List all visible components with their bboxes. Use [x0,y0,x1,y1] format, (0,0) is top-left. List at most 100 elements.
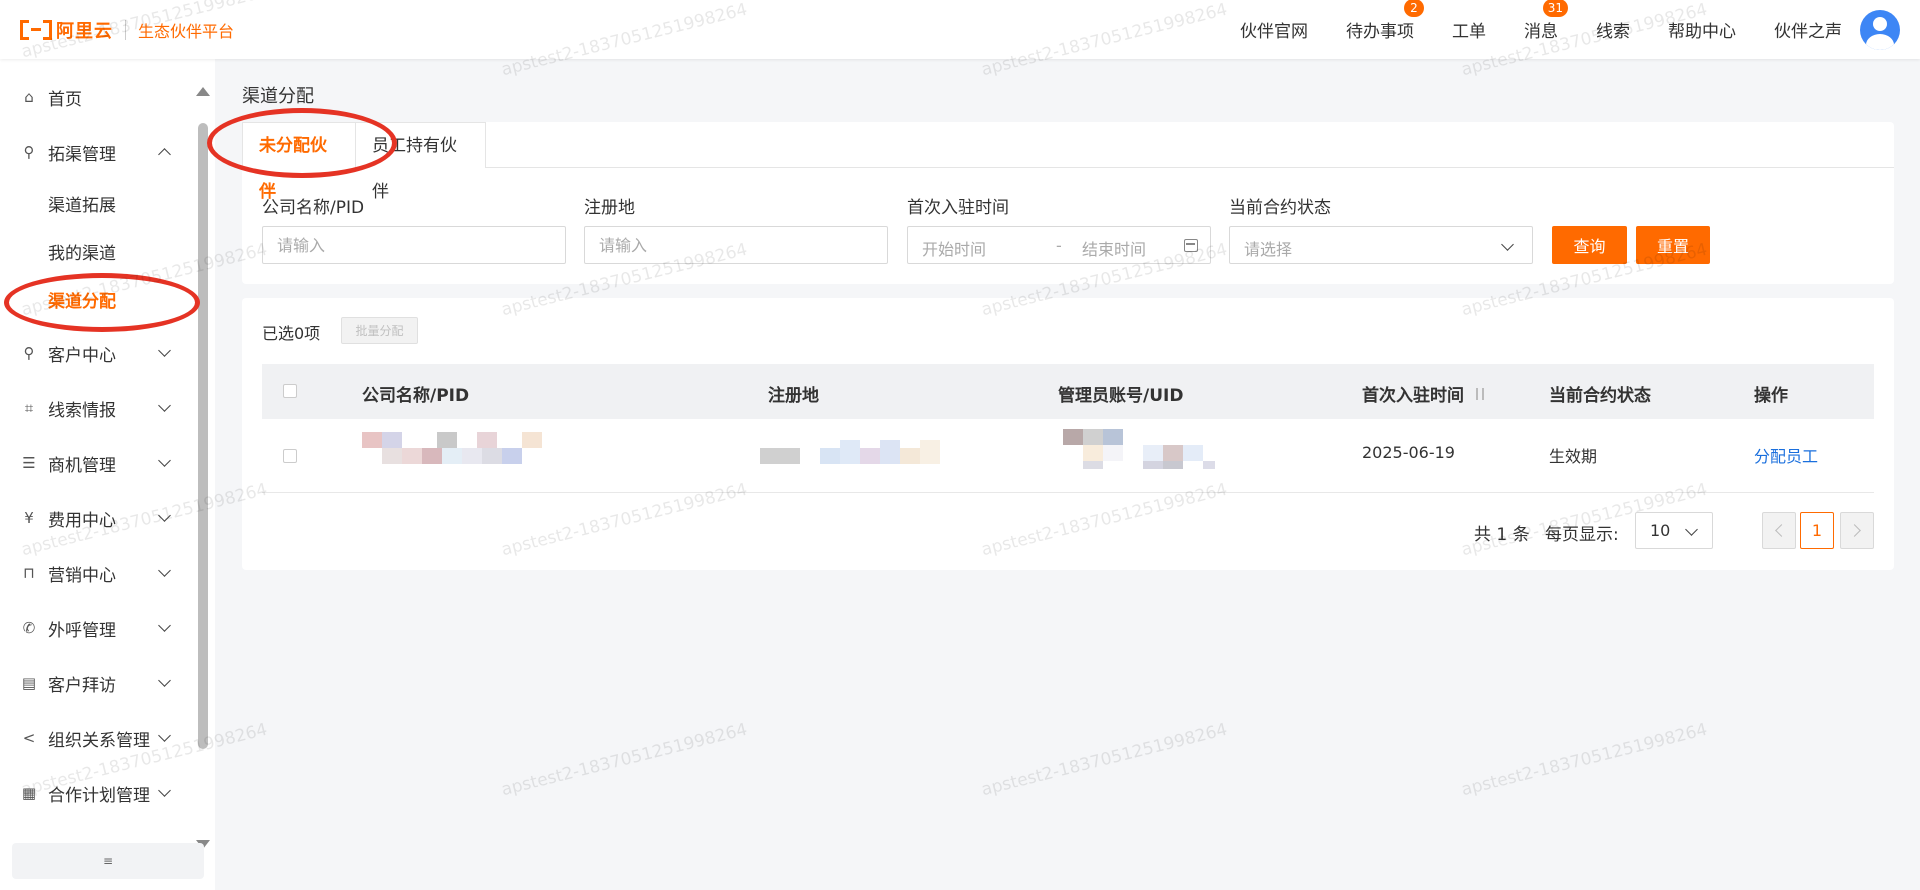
query-button[interactable]: 查询 [1552,226,1627,264]
nav-messages-label: 消息 [1524,22,1558,42]
page-title: 渠道分配 [242,86,314,107]
assign-employee-link[interactable]: 分配员工 [1754,443,1818,467]
watermark: apstest2-1837051251998264 [1459,719,1710,801]
scroll-up-arrow-icon[interactable] [196,87,210,96]
col-company: 公司名称/PID [362,386,470,406]
sidebar-subitem-my-channels[interactable]: 我的渠道 [0,231,190,271]
sidebar-item-customer-center[interactable]: ⚲ 客户中心 [0,333,190,373]
collapse-sidebar-button[interactable]: ≡ [12,843,204,879]
chevron-down-icon [155,728,175,748]
sidebar-subitem-channel-develop[interactable]: 渠道拓展 [0,183,190,223]
date-filter-label: 首次入驻时间 [907,198,1009,218]
share-icon: < [22,729,36,747]
page-number-1[interactable]: 1 [1800,512,1834,549]
sidebar-item-label: 合作计划管理 [48,785,150,806]
user-search-icon: ⚲ [23,143,35,161]
sidebar-item-label: 我的渠道 [48,243,116,264]
platform-name: 生态伙伴平台 [138,22,235,41]
sidebar-subitem-channel-allocation[interactable]: 渠道分配 [0,279,190,319]
sidebar-item-outbound-call[interactable]: ✆ 外呼管理 [0,608,190,648]
select-all-checkbox[interactable] [283,384,297,398]
sidebar-item-marketing[interactable]: ⊓ 营销中心 [0,553,190,593]
row-checkbox[interactable] [283,449,297,463]
nav-todo[interactable]: 待办事项 2 [1346,0,1424,42]
company-input[interactable] [262,226,566,264]
col-contract-status: 当前合约状态 [1549,386,1651,406]
logo-divider [125,20,126,40]
nav-partner-site[interactable]: 伙伴官网 [1240,17,1308,42]
user-search-icon: ⚲ [23,344,35,362]
chevron-down-icon [1682,522,1702,542]
scrollbar-thumb[interactable] [198,123,208,749]
sidebar-item-label: 外呼管理 [48,620,116,641]
sidebar-item-expense-center[interactable]: ¥ 费用中心 [0,498,190,538]
sort-icon[interactable] [1474,386,1488,402]
top-nav: 伙伴官网 待办事项 2 工单 消息 31 线索 帮助中心 伙伴之声 [1202,0,1842,59]
date-range-picker[interactable]: 开始时间 - 结束时间 [907,226,1211,264]
chevron-down-icon [155,343,175,363]
per-page-select[interactable]: 10 [1635,512,1713,549]
status-select-placeholder: 请选择 [1244,240,1293,259]
nav-messages[interactable]: 消息 31 [1524,0,1568,42]
nav-help-center[interactable]: 帮助中心 [1668,17,1736,42]
sidebar-item-label: 渠道分配 [48,291,116,312]
sidebar-item-label: 线索情报 [48,400,116,421]
status-select[interactable]: 请选择 [1229,226,1533,264]
network-icon: ⌗ [24,399,34,417]
col-region: 注册地 [768,386,819,406]
watermark: apstest2-1837051251998264 [499,719,750,801]
prev-page-button[interactable] [1762,512,1796,549]
nav-partner-voice[interactable]: 伙伴之声 [1774,17,1842,42]
calendar-icon [1184,239,1198,252]
calendar-icon: ▤ [21,674,37,692]
top-header: 阿里云 生态伙伴平台 伙伴官网 待办事项 2 工单 消息 31 线索 帮助中心 … [0,0,1920,59]
nav-todo-label: 待办事项 [1346,22,1414,42]
sidebar-item-label: 组织关系管理 [48,730,150,751]
col-admin-uid: 管理员账号/UID [1058,386,1184,406]
sidebar-item-lead-intel[interactable]: ⌗ 线索情报 [0,388,190,428]
col-join-date[interactable]: 首次入驻时间 [1362,381,1464,406]
per-page-value: 10 [1650,521,1671,540]
join-date-cell: 2025-06-19 [1362,443,1455,462]
sidebar-item-opportunity[interactable]: ☰ 商机管理 [0,443,190,483]
chevron-down-icon [155,508,175,528]
sidebar-item-label: 渠道拓展 [48,195,116,216]
sidebar-item-label: 费用中心 [48,510,116,531]
sidebar-item-label: 客户中心 [48,345,116,366]
sidebar-item-label: 商机管理 [48,455,116,476]
company-filter-label: 公司名称/PID [262,198,365,218]
status-filter-label: 当前合约状态 [1229,198,1331,218]
sidebar-item-channel-expansion[interactable]: ⚲ 拓渠管理 [0,132,190,172]
sidebar-item-customer-visit[interactable]: ▤ 客户拜访 [0,663,190,703]
chevron-down-icon [155,398,175,418]
nav-ticket[interactable]: 工单 [1452,17,1486,42]
next-page-button[interactable] [1840,512,1874,549]
sidebar-item-label: 拓渠管理 [48,144,116,165]
chevron-down-icon [155,783,175,803]
sidebar-item-label: 客户拜访 [48,675,116,696]
tab-employee-held-partners[interactable]: 员工持有伙伴 [355,122,486,202]
tab-unassigned-partners[interactable]: 未分配伙伴 [242,122,356,202]
aliyun-logo[interactable]: 阿里云 生态伙伴平台 [20,18,234,42]
todo-count-badge: 2 [1404,0,1424,17]
sidebar-item-coop-plan[interactable]: ▦ 合作计划管理 [0,773,190,813]
phone-icon: ✆ [22,619,36,637]
plan-calendar-icon: ▦ [21,784,37,802]
region-input[interactable] [584,226,888,264]
chevron-down-icon [155,453,175,473]
sidebar-scrollbar[interactable] [196,87,210,849]
bag-icon: ⊓ [23,564,35,582]
logo-text: 阿里云 [56,21,113,42]
table-row: 2025-06-19 生效期 分配员工 [262,419,1874,493]
reset-button[interactable]: 重置 [1636,226,1710,264]
sidebar-item-org-relations[interactable]: < 组织关系管理 [0,718,190,758]
nav-leads[interactable]: 线索 [1596,17,1630,42]
user-avatar[interactable] [1860,10,1900,50]
chevron-right-icon [1848,524,1861,537]
sidebar-item-home[interactable]: ⌂ 首页 [0,77,190,117]
selected-count: 已选0项 [262,324,321,343]
batch-assign-button[interactable]: 批量分配 [341,317,418,344]
logo-mark-icon [20,20,52,40]
contract-status-cell: 生效期 [1549,447,1598,466]
total-count: 共 1 条 [1474,525,1530,545]
